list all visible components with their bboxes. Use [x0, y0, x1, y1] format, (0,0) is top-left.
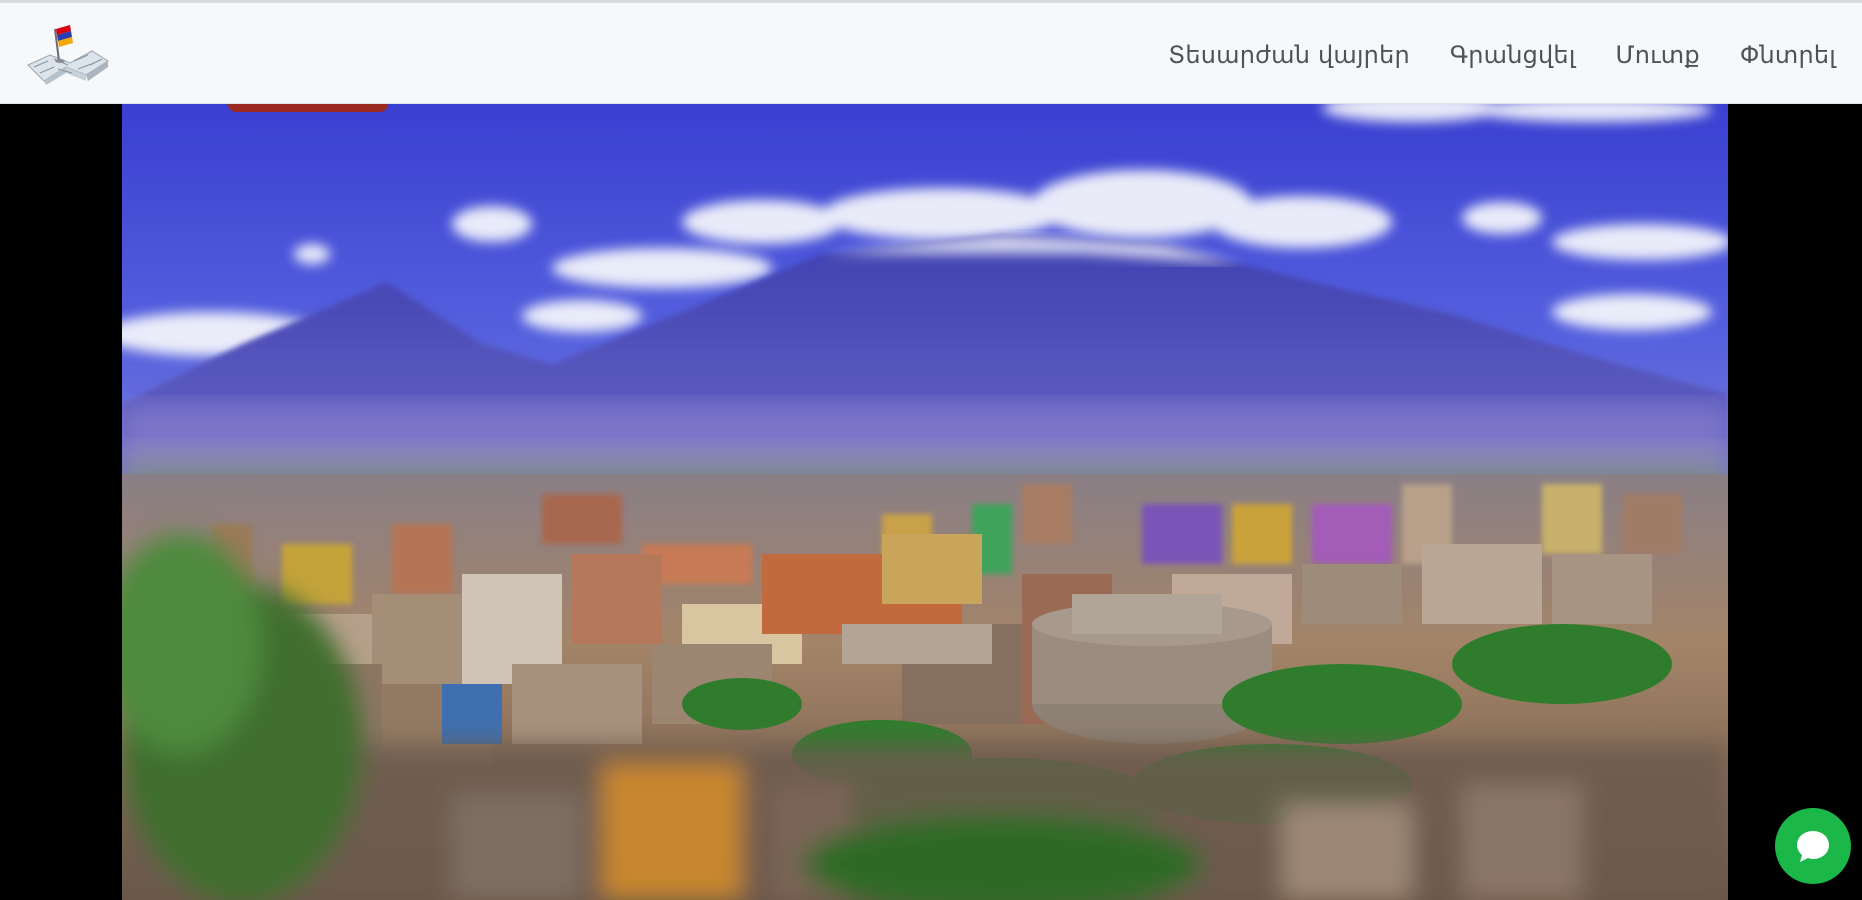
nav-link-login[interactable]: Մուտք	[1616, 41, 1700, 69]
chat-bubble-icon	[1797, 831, 1829, 862]
nav-link-register[interactable]: Գրանցվել	[1450, 41, 1576, 69]
nav-link-sights[interactable]: Տեսարժան վայրեր	[1168, 41, 1410, 69]
nav-link-search[interactable]: Փնտրել	[1740, 41, 1836, 69]
hero-city-image	[122, 104, 1728, 900]
site-logo[interactable]	[24, 21, 110, 87]
navbar: Տեսարժան վայրեր Գրանցվել Մուտք Փնտրել	[0, 0, 1862, 104]
map-flag-logo-icon	[27, 25, 109, 85]
main-nav: Տեսարժան վայրեր Գրանցվել Մուտք Փնտրել	[1168, 3, 1836, 107]
hero-section	[0, 104, 1862, 900]
hero-badge	[228, 104, 388, 112]
chat-button[interactable]	[1775, 808, 1851, 884]
